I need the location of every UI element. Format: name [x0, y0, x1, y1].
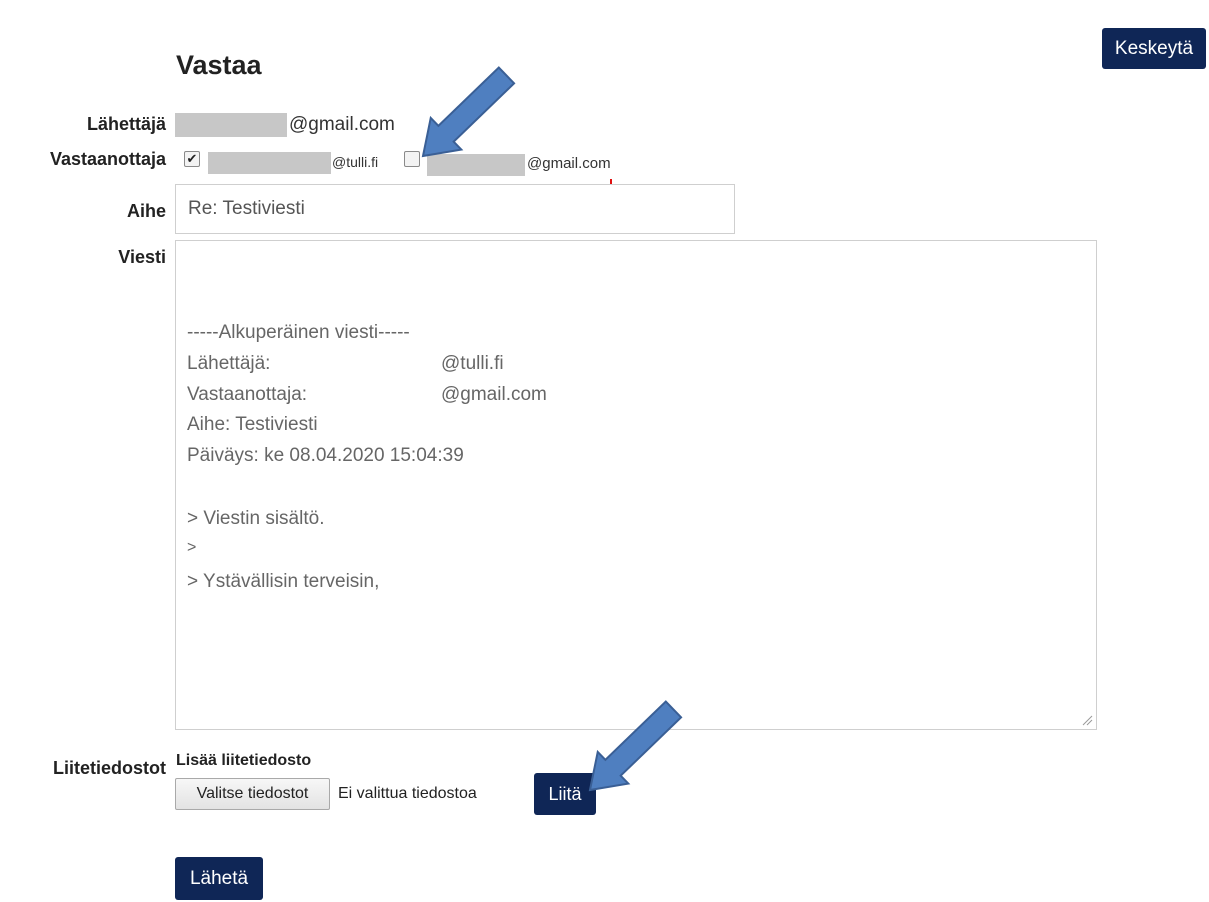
- arrow-icon: [588, 700, 683, 792]
- annotation-arrows: [421, 66, 683, 792]
- arrow-icon: [421, 66, 516, 158]
